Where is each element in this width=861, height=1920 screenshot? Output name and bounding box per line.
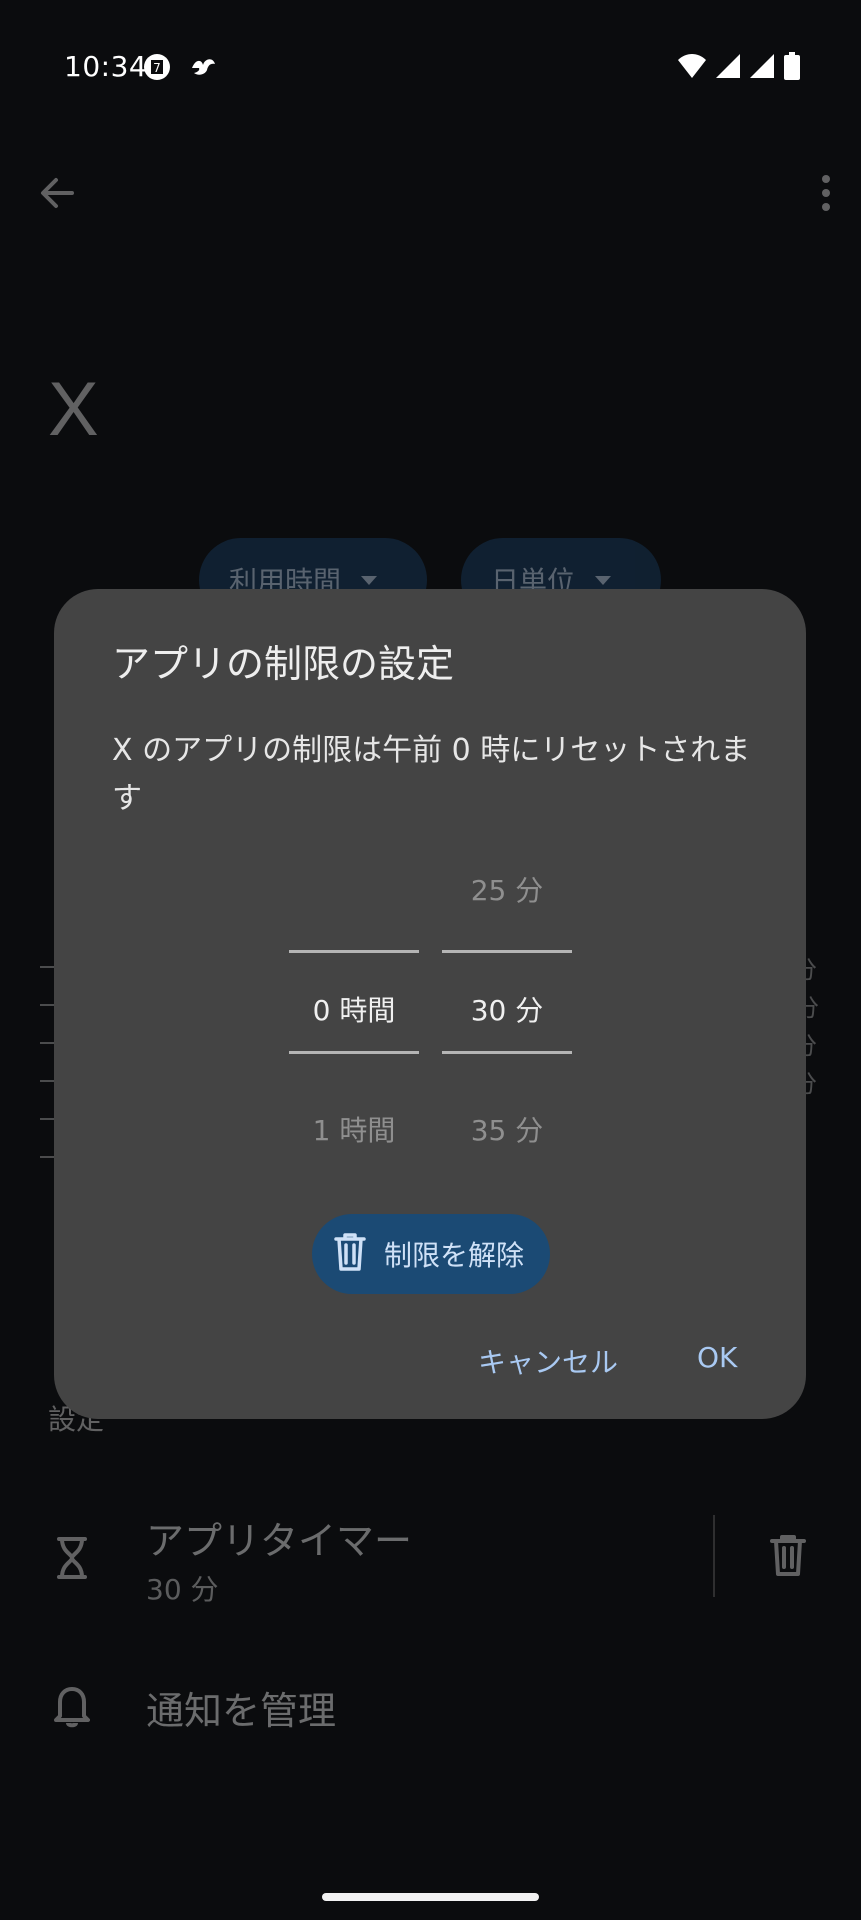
minutes-picker-below[interactable]: 35 分 [442,1109,572,1149]
minutes-picker-selected[interactable]: 30 分 [442,989,572,1029]
remove-limit-label: 制限を解除 [384,1239,525,1272]
dialog-title: アプリの制限の設定 [112,642,455,686]
cancel-button[interactable]: キャンセル [478,1341,618,1381]
trash-icon [334,1233,366,1275]
picker-divider [442,950,572,953]
screen: 10:34 7 X 利用時間 日単位 分 設定 アプリタイマー 30 分 通知を… [0,0,861,1920]
ok-button[interactable]: OK [697,1341,737,1374]
app-limit-dialog: アプリの制限の設定 X のアプリの制限は午前 0 時にリセットされます 0 時間… [54,589,806,1419]
hours-picker-below[interactable]: 1 時間 [289,1109,419,1149]
hours-picker-selected[interactable]: 0 時間 [289,989,419,1029]
picker-divider [442,1051,572,1054]
picker-divider [289,1051,419,1054]
picker-divider [289,950,419,953]
dialog-description: X のアプリの制限は午前 0 時にリセットされます [112,733,751,816]
home-indicator[interactable] [322,1893,539,1901]
minutes-picker-above[interactable]: 25 分 [442,869,572,909]
remove-limit-button[interactable]: 制限を解除 [312,1214,550,1294]
